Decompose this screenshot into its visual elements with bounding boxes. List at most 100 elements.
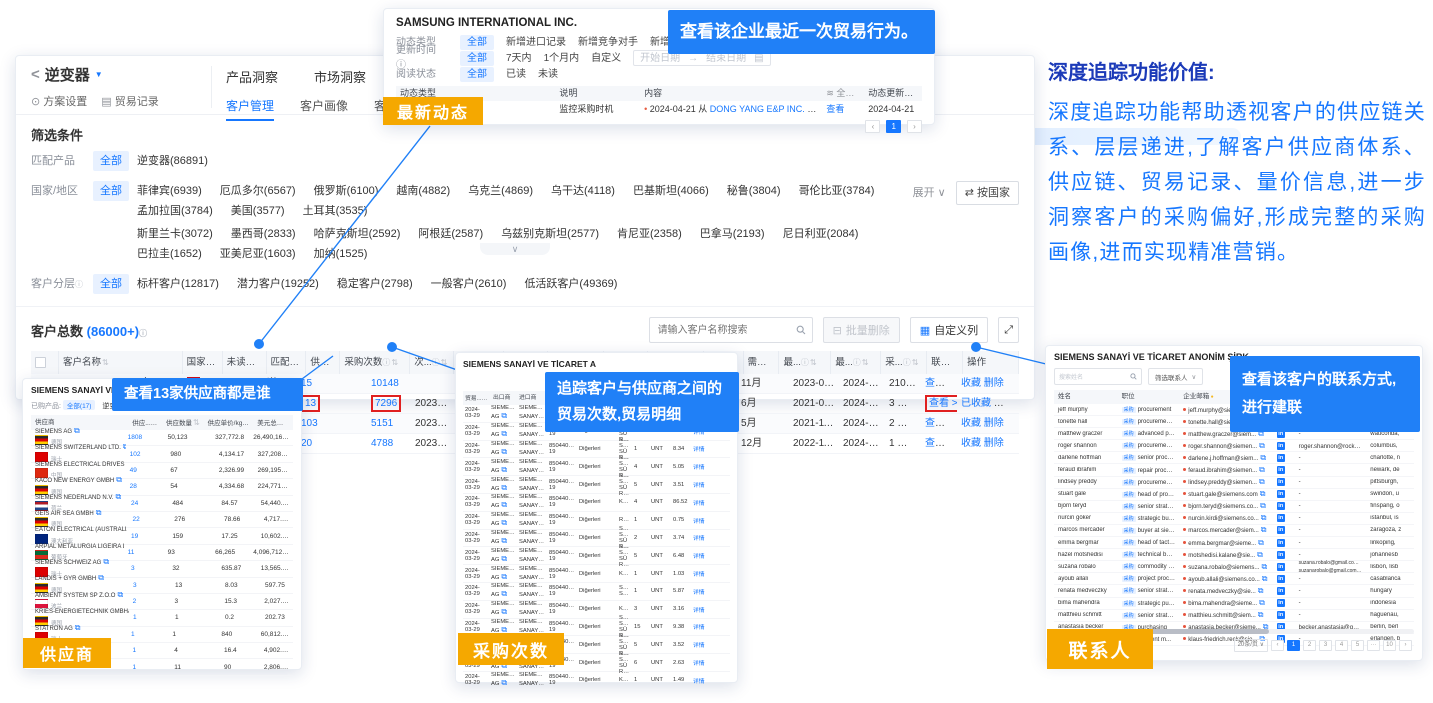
supply-times-cell-value[interactable]: 28: [130, 483, 137, 490]
filter-option[interactable]: 未读: [538, 67, 558, 82]
filter-chip[interactable]: 加纳(1525): [314, 244, 368, 264]
supply-times-cell[interactable]: 1808: [124, 434, 164, 441]
linkedin-icon[interactable]: in: [1277, 575, 1285, 583]
company-email-cell[interactable]: nurcin.kirdi@siemens.co...⧉: [1179, 513, 1272, 523]
column-header[interactable]: 次...ⓘ⇅: [410, 351, 454, 374]
column-header[interactable]: 供应单价/kg⇅: [204, 415, 254, 430]
column-header[interactable]: 进口商: [517, 391, 545, 405]
detail-link-cell-value[interactable]: 详情: [693, 625, 705, 631]
supply-times-cell[interactable]: 1: [128, 647, 170, 654]
linkedin-cell[interactable]: in: [1273, 466, 1295, 474]
page-button[interactable]: ···: [1367, 640, 1380, 651]
filter-chip[interactable]: 乌克兰(4869): [468, 181, 533, 201]
sort-icon[interactable]: ⇅: [441, 358, 448, 367]
filter-chip[interactable]: 逆变器(86891): [137, 151, 208, 171]
supply-times-cell-value[interactable]: 1: [133, 614, 137, 621]
company-email-cell[interactable]: renata.medveczky@sie...⧉: [1179, 586, 1272, 596]
detail-link-cell-value[interactable]: 详情: [693, 519, 705, 525]
company-email-cell[interactable]: feraud.ibrahim@siemen...⧉: [1179, 465, 1272, 475]
linkedin-icon[interactable]: in: [1277, 563, 1285, 571]
detail-link-cell[interactable]: 详情: [691, 569, 707, 578]
detail-link-cell-value[interactable]: 详情: [693, 572, 705, 578]
copy-icon[interactable]: ⧉: [115, 494, 121, 501]
copy-icon[interactable]: ⧉: [501, 554, 507, 563]
linkedin-cell[interactable]: in: [1273, 575, 1295, 583]
copy-icon[interactable]: ⧉: [1261, 525, 1267, 534]
supply-times-cell-value[interactable]: 49: [130, 467, 137, 474]
detail-link-cell[interactable]: 详情: [691, 533, 707, 542]
filter-chip[interactable]: 低活跃客户(49369): [524, 274, 617, 294]
linkedin-icon[interactable]: in: [1277, 442, 1285, 450]
detail-link-cell-value[interactable]: 详情: [693, 590, 705, 596]
contact-cell[interactable]: 查看 >: [921, 414, 957, 433]
company-email-cell[interactable]: roger.shannon@siemen...⧉: [1179, 441, 1272, 451]
tab-市场洞察[interactable]: 市场洞察: [314, 67, 366, 86]
supply-times-cell[interactable]: 1: [128, 664, 170, 671]
filter-option[interactable]: 已读: [506, 67, 526, 82]
linkedin-cell[interactable]: in: [1273, 526, 1295, 534]
view-contact-link[interactable]: 查看 >: [925, 418, 954, 429]
detail-link-cell[interactable]: 详情: [691, 462, 707, 471]
favorite-link[interactable]: 收藏: [961, 418, 981, 429]
supplier-count-cell[interactable]: 15: [297, 374, 367, 393]
copy-icon[interactable]: ⧉: [501, 607, 507, 616]
detail-link-cell[interactable]: 详情: [691, 480, 707, 489]
supply-times-cell[interactable]: 49: [126, 467, 167, 474]
linkedin-icon[interactable]: in: [1277, 466, 1285, 474]
linkedin-icon[interactable]: in: [1277, 502, 1285, 510]
linkedin-icon[interactable]: in: [1277, 599, 1285, 607]
copy-icon[interactable]: ⧉: [501, 572, 507, 581]
contact-search-input[interactable]: 搜索姓名: [1054, 368, 1142, 385]
company-email-cell[interactable]: darlene.j.hoffman@siem...⧉: [1179, 453, 1272, 463]
sort-icon[interactable]: ⇅: [193, 418, 200, 427]
copy-icon[interactable]: ⧉: [75, 625, 81, 632]
collapse-filters-tab[interactable]: ∨: [480, 243, 550, 255]
column-header[interactable]: 操作: [963, 351, 1019, 374]
subtab-客户画像[interactable]: 客户画像: [300, 97, 348, 121]
filter-chip[interactable]: 巴基斯坦(4066): [633, 181, 709, 201]
copy-icon[interactable]: ⧉: [1258, 610, 1264, 619]
supply-times-cell-value[interactable]: 102: [130, 451, 141, 458]
favorite-link[interactable]: 已收藏: [961, 398, 991, 409]
copy-icon[interactable]: ⧉: [501, 589, 507, 598]
copy-icon[interactable]: ⧉: [117, 592, 123, 599]
linkedin-icon[interactable]: in: [1277, 539, 1285, 547]
detail-link-cell-value[interactable]: 详情: [693, 661, 705, 667]
column-header[interactable]: 客户名称⇅: [59, 351, 183, 374]
supply-times-cell[interactable]: 3: [129, 582, 171, 589]
toolbar-item[interactable]: ⊙ 方案设置: [31, 93, 87, 109]
filter-chip[interactable]: 墨西哥(2833): [231, 224, 296, 244]
page-button[interactable]: 10: [1383, 640, 1396, 651]
page-button[interactable]: 4: [1335, 640, 1348, 651]
filter-chip[interactable]: 厄瓜多尔(6567): [220, 181, 296, 201]
filter-chip[interactable]: 土耳其(3535): [303, 201, 368, 221]
purchase-count-cell-value[interactable]: 4788: [371, 438, 393, 449]
subtab-客户管理[interactable]: 客户管理: [226, 97, 274, 121]
tab-产品洞察[interactable]: 产品洞察: [226, 67, 278, 86]
detail-link-cell[interactable]: 详情: [691, 658, 707, 667]
supply-times-cell[interactable]: 1: [129, 614, 171, 621]
copy-icon[interactable]: ⧉: [501, 536, 507, 545]
view-contact-link[interactable]: 查看 >: [925, 378, 954, 389]
filter-chip[interactable]: 尼日利亚(2084): [783, 224, 859, 244]
copy-icon[interactable]: ⧉: [1261, 513, 1267, 522]
filter-chip[interactable]: 稳定客户(2798): [337, 274, 413, 294]
detail-link-cell[interactable]: 详情: [691, 605, 707, 614]
copy-icon[interactable]: ⧉: [1259, 441, 1265, 450]
filter-all-button[interactable]: 全部: [93, 151, 129, 171]
supply-times-cell-value[interactable]: 22: [132, 516, 139, 523]
supply-times-cell-value[interactable]: 24: [131, 500, 138, 507]
copy-icon[interactable]: ⧉: [501, 429, 507, 438]
column-header[interactable]: 最...ⓘ⇅: [831, 351, 881, 374]
delete-link[interactable]: 删除: [984, 438, 1004, 449]
fullscreen-icon[interactable]: ⤢: [998, 317, 1019, 343]
company-email-cell[interactable]: stuart.gale@siemens.com⧉: [1179, 489, 1272, 499]
detail-link-cell[interactable]: 详情: [691, 640, 707, 649]
supplier-count-cell-boxed[interactable]: 13: [301, 395, 320, 412]
purchase-count-cell[interactable]: 10148: [367, 374, 411, 393]
copy-icon[interactable]: ⧉: [1257, 550, 1263, 559]
copy-icon[interactable]: ⧉: [103, 559, 109, 566]
supply-times-cell[interactable]: 3: [127, 565, 168, 572]
page-1-button[interactable]: 1: [886, 120, 901, 133]
linkedin-icon[interactable]: in: [1277, 611, 1285, 619]
